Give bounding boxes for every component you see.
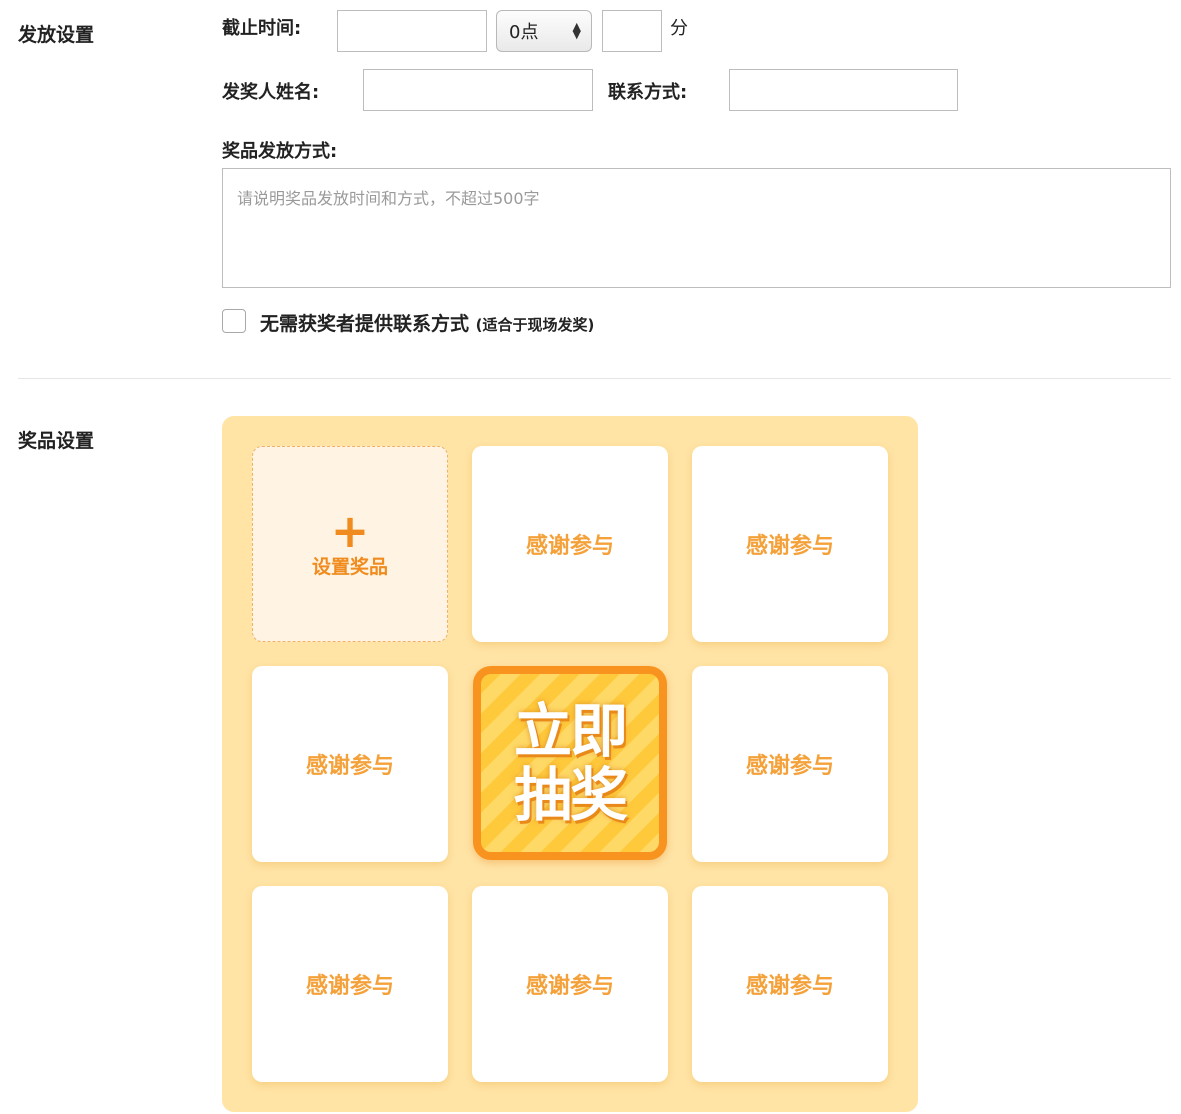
prize-cell[interactable]: 感谢参与 [472, 446, 668, 642]
prize-method-textarea[interactable] [222, 168, 1171, 288]
no-contact-note: (适合于现场发奖) [475, 316, 595, 334]
prize-cell[interactable]: 感谢参与 [472, 886, 668, 1082]
deadline-hour-value: 0点 [509, 22, 539, 43]
deadline-label: 截止时间: [222, 18, 302, 39]
draw-now-button[interactable]: 立即 抽奖 [473, 666, 667, 860]
issuer-name-input[interactable] [363, 69, 593, 111]
minute-unit-label: 分 [670, 18, 688, 39]
select-arrows-icon: ▲ ▼ [572, 20, 581, 41]
prize-cell[interactable]: 感谢参与 [692, 886, 888, 1082]
section-divider [18, 378, 1171, 379]
prize-cell[interactable]: 感谢参与 [252, 666, 448, 862]
draw-button-line1: 立即 [513, 697, 628, 765]
deadline-hour-select[interactable]: 0点 ▲ ▼ [496, 10, 592, 52]
deadline-minute-input[interactable] [602, 10, 662, 52]
prize-method-label: 奖品发放方式: [222, 141, 338, 162]
add-prize-button[interactable]: + 设置奖品 [252, 446, 448, 642]
contact-label: 联系方式: [608, 82, 688, 103]
distribution-section-label: 发放设置 [18, 24, 95, 46]
prize-cell[interactable]: 感谢参与 [692, 666, 888, 862]
add-prize-label: 设置奖品 [311, 555, 388, 578]
deadline-date-input[interactable] [337, 10, 487, 52]
prize-cell[interactable]: 感谢参与 [692, 446, 888, 642]
contact-input[interactable] [729, 69, 958, 111]
no-contact-checkbox[interactable] [222, 309, 246, 333]
prizes-section-label: 奖品设置 [18, 430, 95, 452]
no-contact-label-text: 无需获奖者提供联系方式 [260, 313, 470, 335]
plus-icon: + [330, 503, 370, 558]
draw-button-line2: 抽奖 [513, 761, 628, 829]
issuer-name-label: 发奖人姓名: [222, 82, 320, 103]
prize-cell[interactable]: 感谢参与 [252, 886, 448, 1082]
no-contact-checkbox-label[interactable]: 无需获奖者提供联系方式 (适合于现场发奖) [260, 309, 594, 336]
